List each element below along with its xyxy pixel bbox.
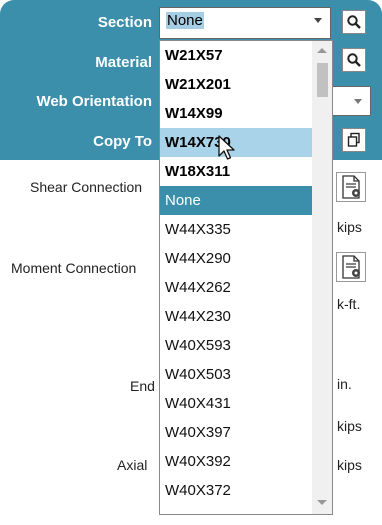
chevron-down-icon[interactable]	[314, 18, 322, 23]
search-icon	[347, 53, 361, 67]
list-item[interactable]: W21X201	[160, 70, 312, 99]
section-label: Section	[97, 14, 152, 31]
section-dropdown-list[interactable]: W21X57 W21X201 W14X99 W14X730 W18X311 No…	[159, 40, 333, 515]
unit-label: kips	[337, 219, 362, 235]
unit-label: kips	[337, 457, 362, 473]
web-orientation-label: Web Orientation	[36, 93, 152, 110]
list-item[interactable]: W40X397	[160, 418, 312, 447]
list-item[interactable]: W44X230	[160, 302, 312, 331]
copy-to-button[interactable]	[342, 128, 366, 152]
dropdown-scrollbar[interactable]	[312, 41, 332, 514]
mouse-cursor-icon	[218, 135, 235, 160]
list-item[interactable]: W21X57	[160, 41, 312, 70]
list-item-selected[interactable]: None	[160, 186, 312, 215]
list-item[interactable]: W40X372	[160, 476, 312, 505]
moment-connection-label: Moment Connection	[11, 260, 137, 276]
unit-label: kips	[337, 418, 362, 434]
list-item[interactable]: W14X99	[160, 99, 312, 128]
end-label: End	[130, 378, 155, 394]
moment-connection-settings-button[interactable]	[336, 252, 366, 282]
scrollbar-thumb[interactable]	[317, 63, 328, 97]
search-icon	[347, 15, 361, 29]
chevron-down-icon[interactable]	[354, 99, 362, 104]
section-combobox[interactable]: None	[159, 7, 331, 39]
document-settings-icon	[342, 175, 360, 199]
list-item[interactable]: W40X431	[160, 389, 312, 418]
axial-label: Axial	[117, 457, 148, 473]
unit-label: in.	[337, 376, 352, 392]
copy-to-label: Copy To	[93, 133, 152, 150]
document-settings-icon	[342, 255, 360, 279]
scroll-down-arrow-icon[interactable]	[317, 500, 327, 505]
material-search-button[interactable]	[342, 48, 366, 72]
section-search-button[interactable]	[342, 10, 366, 34]
unit-label: k-ft.	[337, 296, 361, 312]
list-item[interactable]: W44X290	[160, 244, 312, 273]
shear-connection-settings-button[interactable]	[336, 172, 366, 202]
shear-connection-label: Shear Connection	[30, 179, 143, 195]
list-item[interactable]: W40X593	[160, 331, 312, 360]
material-label: Material	[95, 54, 152, 71]
list-item[interactable]: W44X335	[160, 215, 312, 244]
list-item[interactable]: W40X503	[160, 360, 312, 389]
list-item[interactable]: W40X392	[160, 447, 312, 476]
section-combobox-value: None	[166, 12, 204, 29]
list-item[interactable]: W44X262	[160, 273, 312, 302]
copy-icon	[347, 132, 360, 147]
scroll-up-arrow-icon[interactable]	[317, 48, 327, 53]
